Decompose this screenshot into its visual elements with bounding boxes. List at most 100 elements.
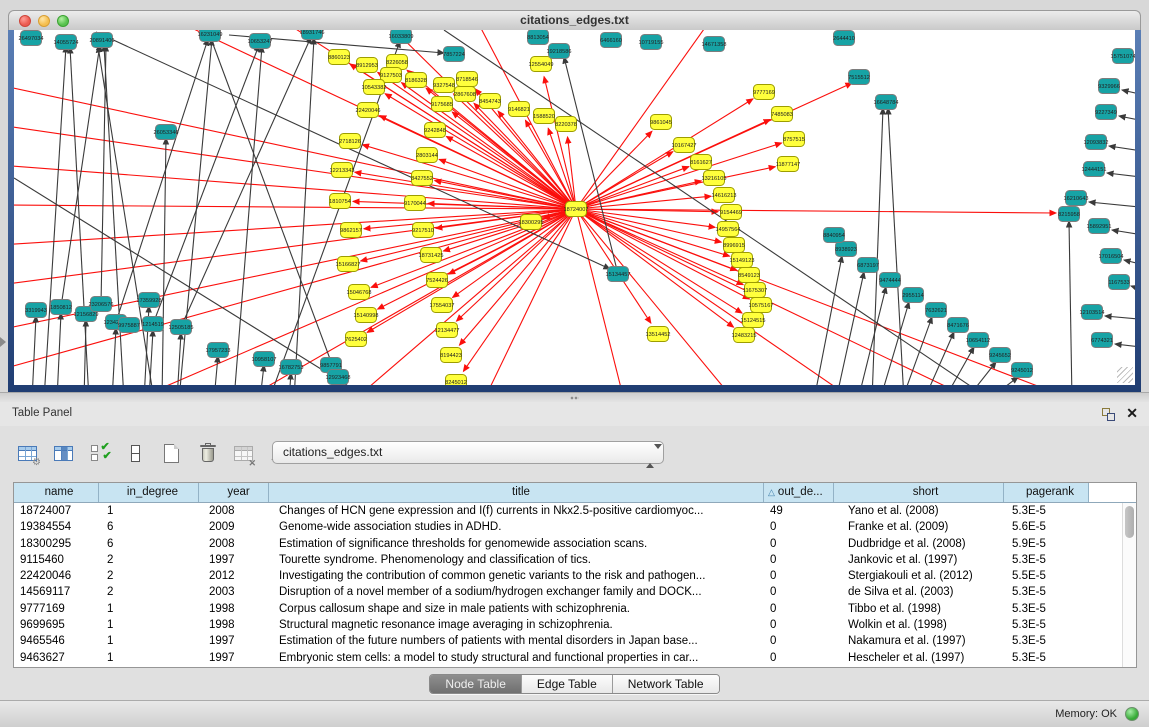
black-edge[interactable]: [234, 46, 262, 385]
splitter-grip-icon: [570, 396, 579, 400]
column-header-year[interactable]: year: [199, 483, 269, 502]
black-edge[interactable]: [924, 332, 954, 385]
black-edge[interactable]: [1112, 230, 1135, 236]
float-panel-icon[interactable]: [1102, 408, 1115, 421]
table-cell: Jankovic et al. (1997): [834, 552, 1004, 568]
black-edge[interactable]: [57, 313, 61, 385]
table-scrollbar[interactable]: [1122, 503, 1136, 667]
black-edge[interactable]: [14, 178, 374, 385]
table-cell: 5.3E-5: [1004, 650, 1089, 666]
table-row[interactable]: 2242004622012Investigating the contribut…: [14, 568, 1136, 584]
red-edge[interactable]: [14, 125, 576, 209]
black-edge[interactable]: [149, 330, 153, 385]
table-row[interactable]: 1872400712008Changes of HCN gene express…: [14, 503, 1136, 519]
red-edge[interactable]: [371, 209, 576, 287]
window-titlebar[interactable]: citations_edges.txt: [8, 10, 1141, 30]
black-edge[interactable]: [1107, 173, 1135, 178]
column-header-title[interactable]: title: [269, 483, 764, 502]
close-panel-icon[interactable]: ✕: [1126, 405, 1138, 422]
column-header-name[interactable]: name: [14, 483, 99, 502]
graph-node-label: 8471676: [947, 323, 969, 329]
red-edge[interactable]: [14, 209, 576, 370]
black-edge[interactable]: [32, 316, 36, 385]
black-edge[interactable]: [116, 39, 208, 322]
table-cell: 0: [764, 552, 834, 568]
scrollbar-thumb[interactable]: [1125, 506, 1134, 538]
graph-node-label: 14671358: [702, 42, 727, 48]
black-edge[interactable]: [836, 272, 864, 385]
black-edge[interactable]: [872, 108, 883, 385]
red-edge[interactable]: [576, 209, 1056, 213]
table-row[interactable]: 1830029562008Estimation of significance …: [14, 536, 1136, 552]
minimize-window-icon[interactable]: [38, 15, 50, 27]
network-canvas[interactable]: 1872400788601238912953822605891275038186…: [14, 30, 1135, 385]
table-row[interactable]: 969969511998Structural magnetic resonanc…: [14, 617, 1136, 633]
delete-column-button[interactable]: [194, 440, 221, 467]
table-row[interactable]: 946554611997Estimation of the future num…: [14, 633, 1136, 649]
canvas-resize-grip[interactable]: [1117, 367, 1133, 383]
table-row[interactable]: 911546021997Tourette syndrome. Phenomeno…: [14, 552, 1136, 568]
red-edge[interactable]: [367, 209, 576, 332]
graph-node-label: 9857791: [320, 363, 342, 369]
select-columns-button[interactable]: ✔✔: [86, 440, 113, 467]
black-edge[interactable]: [564, 57, 618, 274]
table-row[interactable]: 977716911998Corpus callosum shape and si…: [14, 601, 1136, 617]
black-edge[interactable]: [944, 347, 974, 385]
column-header-in-degree[interactable]: in_degree: [99, 483, 199, 502]
black-edge[interactable]: [177, 333, 181, 385]
zoom-window-icon[interactable]: [57, 15, 69, 27]
black-edge[interactable]: [966, 362, 996, 385]
black-edge[interactable]: [880, 302, 909, 385]
black-edge[interactable]: [1069, 221, 1072, 385]
delete-table-button[interactable]: ✕: [230, 440, 257, 467]
black-edge[interactable]: [1115, 344, 1135, 348]
black-edge[interactable]: [112, 328, 116, 385]
table-row[interactable]: 946362711997Embryonic stem cells: a mode…: [14, 650, 1136, 666]
tab-network-table[interactable]: Network Table: [613, 675, 719, 693]
tab-node-table[interactable]: Node Table: [430, 675, 522, 693]
graph-node-label: 9146821: [508, 107, 530, 113]
black-edge[interactable]: [104, 45, 124, 385]
black-edge[interactable]: [1109, 146, 1135, 152]
red-edge[interactable]: [14, 165, 576, 209]
red-edge[interactable]: [244, 209, 576, 385]
table-cell: 0: [764, 519, 834, 535]
column-header-short[interactable]: short: [834, 483, 1004, 502]
red-edge[interactable]: [361, 209, 576, 261]
black-edge[interactable]: [210, 36, 346, 385]
tab-edge-table[interactable]: Edge Table: [522, 675, 613, 693]
black-edge[interactable]: [858, 287, 886, 385]
black-edge[interactable]: [902, 317, 932, 385]
black-edge[interactable]: [294, 38, 314, 385]
black-edge[interactable]: [1124, 260, 1135, 266]
create-column-button[interactable]: [158, 440, 185, 467]
black-edge[interactable]: [214, 356, 218, 385]
black-edge[interactable]: [1122, 90, 1135, 96]
graph-node-label: 7524426: [426, 278, 448, 284]
show-columns-button[interactable]: [50, 440, 77, 467]
network-select-dropdown[interactable]: citations_edges.txt: [272, 441, 664, 464]
close-window-icon[interactable]: [19, 15, 31, 27]
black-edge[interactable]: [1105, 316, 1135, 320]
black-edge[interactable]: [1119, 116, 1135, 122]
black-edge[interactable]: [814, 256, 842, 385]
column-header-pagerank[interactable]: pagerank: [1004, 483, 1089, 502]
column-header-out-degree[interactable]: △out_de...: [764, 483, 834, 502]
collapsed-panel-arrow-icon[interactable]: [0, 337, 6, 347]
black-edge[interactable]: [1131, 286, 1135, 292]
panel-splitter[interactable]: [0, 392, 1149, 402]
window-title: citations_edges.txt: [9, 11, 1140, 30]
black-edge[interactable]: [888, 108, 904, 385]
table-row[interactable]: 1938455462009Genome-wide association stu…: [14, 519, 1136, 535]
black-edge[interactable]: [260, 365, 264, 385]
table-row[interactable]: 1456911722003Disruption of a novel membe…: [14, 584, 1136, 600]
red-edge[interactable]: [576, 209, 734, 385]
red-edge[interactable]: [576, 167, 775, 209]
row-height-button[interactable]: [122, 440, 149, 467]
table-settings-button[interactable]: ⚙: [14, 440, 41, 467]
black-edge[interactable]: [61, 44, 100, 307]
red-edge[interactable]: [576, 209, 624, 385]
black-edge[interactable]: [988, 377, 1018, 385]
table-tab-strip: Node Table Edge Table Network Table: [0, 674, 1149, 696]
black-edge[interactable]: [1089, 202, 1135, 208]
